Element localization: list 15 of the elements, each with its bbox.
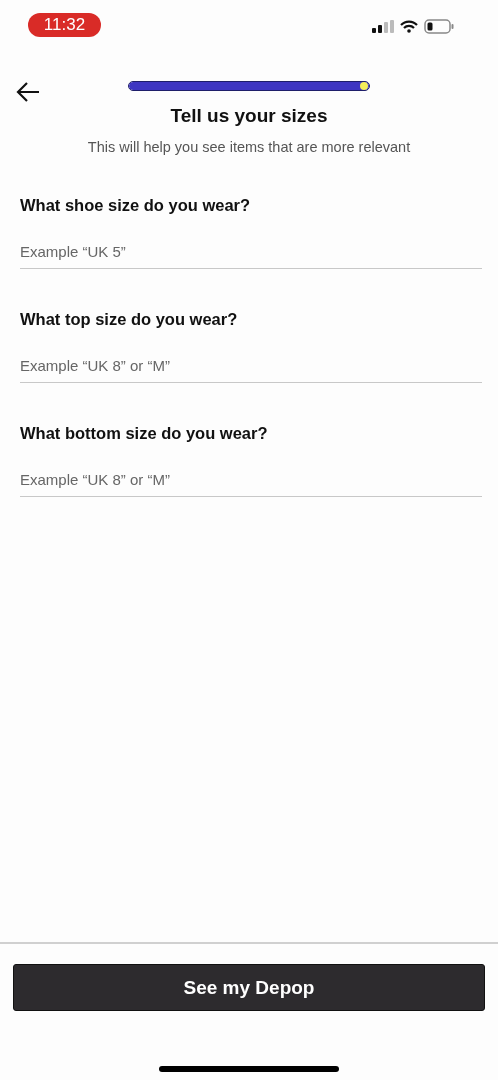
clock-time: 11:32 — [28, 13, 101, 37]
size-input-field[interactable]: Example “UK 5” — [20, 237, 482, 269]
signal-icon — [372, 19, 394, 33]
page-subtitle: This will help you see items that are more relevant — [87, 139, 411, 155]
question-label: What top size do you wear? — [20, 310, 239, 329]
size-input-field[interactable]: Example “UK 8” or “M” — [20, 351, 482, 383]
question-label: What shoe size do you wear? — [20, 196, 252, 215]
question-label: What bottom size do you wear? — [20, 424, 269, 443]
page-title: Tell us your sizes — [170, 105, 328, 127]
wifi-icon — [400, 19, 418, 33]
see-my-depop-button[interactable]: See my Depop — [13, 964, 485, 1011]
size-input-field[interactable]: Example “UK 8” or “M” — [20, 465, 482, 497]
back-button[interactable] — [14, 80, 42, 104]
back-arrow-icon — [16, 82, 40, 102]
battery-icon — [424, 18, 454, 34]
